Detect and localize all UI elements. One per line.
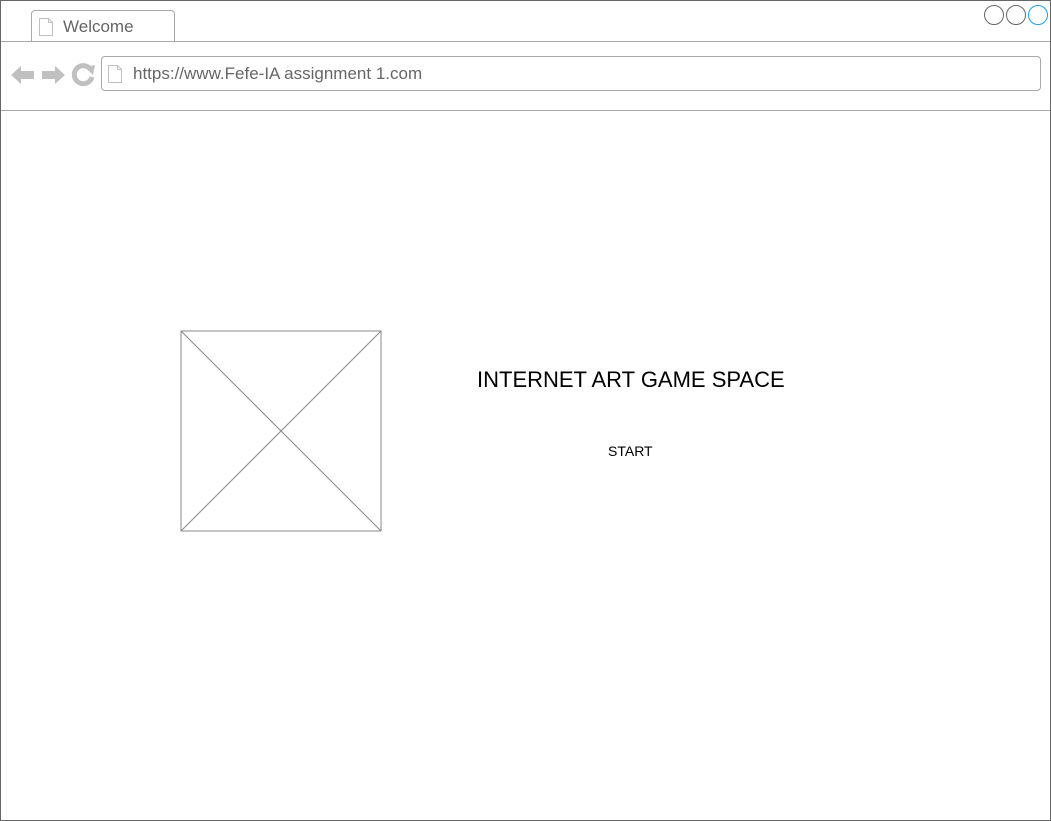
reload-icon[interactable] xyxy=(70,62,96,88)
image-placeholder-icon xyxy=(180,330,382,532)
tab-label: Welcome xyxy=(63,17,134,36)
browser-toolbar: https://www.Fefe-IA assignment 1.com xyxy=(1,42,1050,111)
page-icon xyxy=(39,18,53,36)
page-title: INTERNET ART GAME SPACE xyxy=(477,367,785,392)
forward-arrow-icon[interactable] xyxy=(40,62,66,88)
maximize-icon[interactable] xyxy=(1006,5,1026,25)
tab-welcome[interactable]: Welcome xyxy=(31,10,175,41)
tab-bar: Welcome xyxy=(1,1,1050,42)
close-icon[interactable] xyxy=(1028,5,1048,25)
back-arrow-icon[interactable] xyxy=(10,62,36,88)
browser-window: Welcome https://www.Fefe-IA assignment 1… xyxy=(0,0,1051,821)
page-icon xyxy=(108,65,122,83)
address-bar[interactable]: https://www.Fefe-IA assignment 1.com xyxy=(101,56,1041,91)
page-content: INTERNET ART GAME SPACE START xyxy=(1,111,1050,820)
start-button[interactable]: START xyxy=(608,443,653,459)
url-text: https://www.Fefe-IA assignment 1.com xyxy=(133,64,423,83)
window-controls xyxy=(984,5,1048,25)
minimize-icon[interactable] xyxy=(984,5,1004,25)
